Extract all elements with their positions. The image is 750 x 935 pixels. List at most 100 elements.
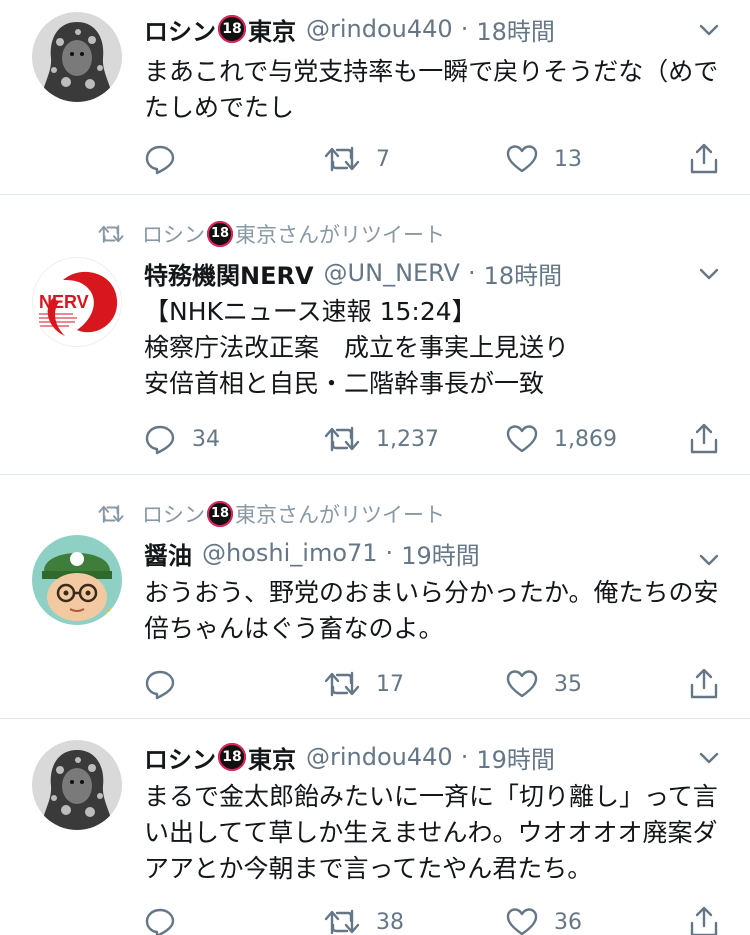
display-name-text: ロシン bbox=[144, 745, 216, 774]
display-name-suffix: 東京 bbox=[248, 17, 296, 46]
handle[interactable]: @hoshi_imo71 bbox=[202, 539, 378, 567]
retweet-icon bbox=[324, 426, 360, 452]
chevron-down-icon[interactable] bbox=[698, 263, 720, 285]
like-count: 36 bbox=[554, 909, 582, 935]
retweet-button[interactable]: 7 bbox=[324, 139, 390, 179]
retweet-context[interactable]: ロシン 18 東京さんがリツイート bbox=[98, 499, 445, 529]
retweeted-by-text: 東京さんがリツイート bbox=[235, 223, 445, 247]
retweeter-name: ロシン bbox=[142, 223, 205, 247]
like-icon bbox=[506, 670, 538, 698]
like-icon bbox=[506, 145, 538, 173]
like-count: 1,869 bbox=[554, 426, 617, 452]
reply-icon bbox=[145, 670, 175, 700]
age-18-badge-icon: 18 bbox=[218, 15, 246, 43]
display-name[interactable]: 醤油 bbox=[144, 536, 192, 571]
display-name[interactable]: 特務機関NERV bbox=[144, 256, 314, 291]
retweet-icon bbox=[324, 671, 360, 697]
retweet-icon bbox=[324, 146, 360, 172]
tweet[interactable]: ロシン 18 東京さんがリツイート 醤油 @hoshi_imo71 · 19時間… bbox=[0, 475, 750, 719]
reply-button[interactable] bbox=[144, 664, 192, 704]
retweet-count: 7 bbox=[376, 146, 390, 172]
age-18-badge-icon: 18 bbox=[207, 221, 233, 247]
reply-icon bbox=[145, 908, 175, 935]
tweet[interactable]: ロシン 18 東京 @rindou440 · 18時間 まあこれで与党支持率も一… bbox=[0, 0, 750, 195]
timestamp[interactable]: 19時間 bbox=[476, 740, 555, 775]
like-button[interactable]: 36 bbox=[506, 902, 582, 935]
retweet-button[interactable]: 38 bbox=[324, 902, 404, 935]
like-button[interactable]: 35 bbox=[506, 664, 582, 704]
share-button[interactable] bbox=[689, 664, 719, 704]
separator-dot: · bbox=[385, 539, 394, 567]
display-name[interactable]: ロシン 18 東京 bbox=[144, 12, 296, 47]
display-name[interactable]: ロシン 18 東京 bbox=[144, 740, 296, 775]
display-name-text: 醤油 bbox=[144, 541, 192, 570]
retweet-icon bbox=[324, 909, 360, 935]
retweet-icon bbox=[98, 505, 124, 523]
avatar[interactable]: NERV bbox=[32, 257, 122, 347]
chevron-down-icon[interactable] bbox=[698, 549, 720, 571]
display-name-text: 特務機関NERV bbox=[144, 261, 314, 290]
display-name-suffix: 東京 bbox=[248, 745, 296, 774]
age-18-badge-icon: 18 bbox=[218, 743, 246, 771]
tweet[interactable]: ロシン 18 東京さんがリツイート NERV 特務機関NERV @UN_NERV… bbox=[0, 195, 750, 474]
retweet-count: 38 bbox=[376, 909, 404, 935]
like-button[interactable]: 1,869 bbox=[506, 419, 617, 459]
retweeted-by-text: 東京さんがリツイート bbox=[235, 503, 445, 527]
like-icon bbox=[506, 908, 538, 935]
tweet[interactable]: ロシン 18 東京 @rindou440 · 19時間 まるで金太郎飴みたいに一… bbox=[0, 719, 750, 935]
timestamp[interactable]: 18時間 bbox=[476, 12, 555, 47]
tweet-text: おうおう、野党のおまいら分かったか。俺たちの安倍ちゃんはぐう畜なのよ。 bbox=[144, 578, 719, 643]
retweet-count: 1,237 bbox=[376, 426, 439, 452]
tweet-header: 特務機関NERV @UN_NERV · 18時間 bbox=[144, 255, 720, 291]
like-count: 13 bbox=[554, 146, 582, 172]
handle[interactable]: @UN_NERV bbox=[324, 259, 460, 287]
like-icon bbox=[506, 425, 538, 453]
separator-dot: · bbox=[460, 743, 469, 771]
nerv-logo-text: NERV bbox=[39, 292, 89, 312]
reply-count: 34 bbox=[192, 426, 220, 452]
tweet-actions: 34 1,237 1,869 bbox=[144, 419, 734, 459]
tweet-text: 【NHKニュース速報 15:24】 検察庁法改正案 成立を事実上見送り 安倍首相… bbox=[144, 297, 570, 398]
tweet-header: ロシン 18 東京 @rindou440 · 18時間 bbox=[144, 11, 720, 47]
chevron-down-icon[interactable] bbox=[698, 19, 720, 41]
reply-button[interactable] bbox=[144, 902, 192, 935]
tweet-actions: 17 35 bbox=[144, 664, 734, 704]
tweet-header: ロシン 18 東京 @rindou440 · 19時間 bbox=[144, 739, 720, 775]
share-button[interactable] bbox=[689, 902, 719, 935]
reply-button[interactable] bbox=[144, 139, 192, 179]
tweet-text: まるで金太郎飴みたいに一斉に「切り離し」って言い出してて草しか生えませんわ。ウオ… bbox=[144, 782, 718, 883]
handle[interactable]: @rindou440 bbox=[306, 743, 453, 771]
separator-dot: · bbox=[467, 259, 476, 287]
share-button[interactable] bbox=[689, 419, 719, 459]
chevron-down-icon[interactable] bbox=[698, 747, 720, 769]
separator-dot: · bbox=[460, 15, 469, 43]
like-count: 35 bbox=[554, 671, 582, 697]
retweet-button[interactable]: 17 bbox=[324, 664, 404, 704]
tweet-header: 醤油 @hoshi_imo71 · 19時間 bbox=[144, 535, 720, 571]
timestamp[interactable]: 18時間 bbox=[484, 256, 563, 291]
share-button[interactable] bbox=[689, 139, 719, 179]
share-icon bbox=[690, 906, 718, 935]
retweet-button[interactable]: 1,237 bbox=[324, 419, 439, 459]
avatar[interactable] bbox=[32, 740, 122, 830]
age-18-badge-icon: 18 bbox=[207, 501, 233, 527]
like-button[interactable]: 13 bbox=[506, 139, 582, 179]
share-icon bbox=[690, 668, 718, 699]
avatar[interactable] bbox=[32, 535, 122, 625]
tweet-text: まあこれで与党支持率も一瞬で戻りそうだな（めでたしめでたし bbox=[144, 57, 719, 122]
retweet-context[interactable]: ロシン 18 東京さんがリツイート bbox=[98, 219, 445, 249]
handle[interactable]: @rindou440 bbox=[306, 15, 453, 43]
share-icon bbox=[690, 143, 718, 174]
retweeter-name: ロシン bbox=[142, 503, 205, 527]
reply-icon bbox=[145, 425, 175, 455]
tweet-actions: 7 13 bbox=[144, 139, 734, 179]
reply-icon bbox=[145, 145, 175, 175]
share-icon bbox=[690, 423, 718, 454]
tweet-actions: 38 36 bbox=[144, 902, 734, 935]
timestamp[interactable]: 19時間 bbox=[401, 536, 480, 571]
avatar[interactable] bbox=[32, 12, 122, 102]
display-name-text: ロシン bbox=[144, 17, 216, 46]
reply-button[interactable]: 34 bbox=[144, 419, 220, 459]
retweet-icon bbox=[98, 225, 124, 243]
retweet-count: 17 bbox=[376, 671, 404, 697]
